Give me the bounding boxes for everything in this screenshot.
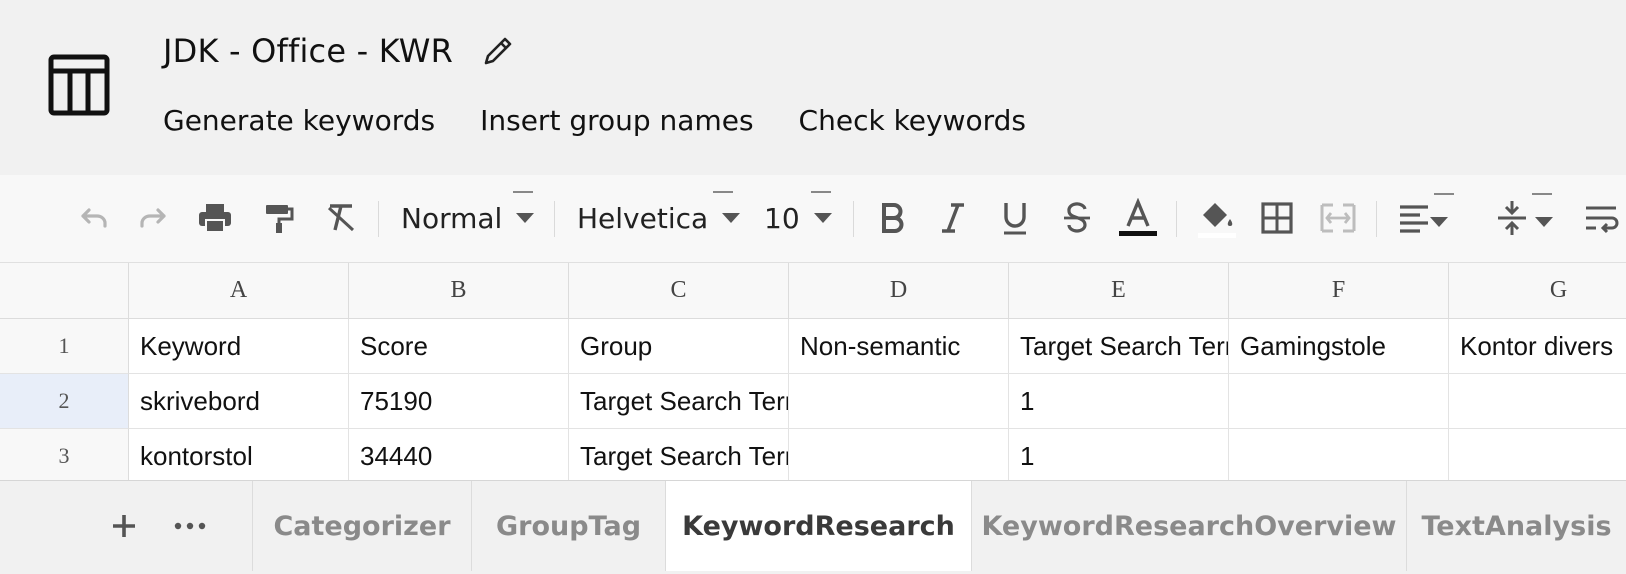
cell-f3[interactable] [1229,429,1449,480]
clear-format-icon[interactable] [320,195,362,241]
cell-c2[interactable]: Target Search Terms [569,374,789,429]
cell-g2[interactable] [1449,374,1626,429]
cell-a1[interactable]: Keyword [129,319,349,374]
font-size-value: 10 [764,201,800,235]
app-header: JDK - Office - KWR Generate keywords Ins… [0,0,1626,175]
text-color-icon[interactable] [1116,195,1160,241]
column-header-e[interactable]: E [1009,263,1229,319]
column-header-f[interactable]: F [1229,263,1449,319]
font-size-dropdown[interactable]: 10 [764,191,832,243]
chevron-down-icon[interactable] [1430,217,1448,227]
column-header-c[interactable]: C [569,263,789,319]
row-header-3[interactable]: 3 [0,429,129,480]
fill-color-icon[interactable] [1193,195,1239,241]
more-dots-icon [174,522,206,530]
sheet-tab-keywordresearchoverview[interactable]: KeywordResearchOverview [971,481,1406,571]
cell-d3[interactable] [789,429,1009,480]
paint-format-icon[interactable] [258,195,300,241]
align-left-icon[interactable] [1393,195,1435,241]
sheet-tabs-bar: Categorizer GroupTag KeywordResearch Key… [0,480,1626,574]
cell-g1[interactable]: Kontor divers [1449,319,1626,374]
cell-f2[interactable] [1229,374,1449,429]
cell-e3[interactable]: 1 [1009,429,1229,480]
menu-generate-keywords[interactable]: Generate keywords [163,104,435,137]
cell-b1[interactable]: Score [349,319,569,374]
strikethrough-icon[interactable] [1056,195,1098,241]
toolbar-separator [1376,201,1377,237]
row-header-1[interactable]: 1 [0,319,129,374]
redo-icon[interactable] [133,195,175,241]
borders-icon[interactable] [1256,195,1298,241]
column-header-b[interactable]: B [349,263,569,319]
chevron-down-icon [722,213,741,223]
toolbar-separator [378,201,379,237]
add-sheet-button[interactable] [102,501,146,551]
menu-insert-group-names[interactable]: Insert group names [480,104,753,137]
sheet-tab-grouptag[interactable]: GroupTag [471,481,665,571]
all-sheets-button[interactable] [168,501,212,551]
column-header-g[interactable]: G [1449,263,1626,319]
sheet-tab-categorizer[interactable]: Categorizer [252,481,471,571]
cell-b3[interactable]: 34440 [349,429,569,480]
cell-b2[interactable]: 75190 [349,374,569,429]
spreadsheet-grid: A B C D E F G 1 Keyword Score Group Non-… [0,263,1626,480]
chevron-down-icon [516,213,535,223]
print-icon[interactable] [194,195,236,241]
sheet-tab-keywordresearch[interactable]: KeywordResearch [665,481,971,571]
menu-check-keywords[interactable]: Check keywords [799,104,1026,137]
toolbar-separator [554,201,555,237]
document-title[interactable]: JDK - Office - KWR [163,32,453,70]
cell-e1[interactable]: Target Search Terms [1009,319,1229,374]
sheet-tab-textanalysis[interactable]: TextAnalysis [1406,481,1626,571]
cell-a3[interactable]: kontorstol [129,429,349,480]
cell-f1[interactable]: Gamingstole [1229,319,1449,374]
column-header-d[interactable]: D [789,263,1009,319]
cell-e2[interactable]: 1 [1009,374,1229,429]
vertical-align-icon[interactable] [1491,195,1533,241]
underline-icon[interactable] [994,195,1036,241]
cell-c1[interactable]: Group [569,319,789,374]
style-dropdown[interactable]: Normal [401,191,535,243]
font-value: Helvetica [577,201,709,235]
cell-g3[interactable] [1449,429,1626,480]
font-dropdown[interactable]: Helvetica [577,191,741,243]
cell-c3[interactable]: Target Search Terms [569,429,789,480]
select-all-corner[interactable] [0,263,129,319]
undo-icon[interactable] [72,195,114,241]
chevron-down-icon[interactable] [1535,217,1553,227]
style-value: Normal [401,201,503,235]
cell-d2[interactable] [789,374,1009,429]
formatting-toolbar: Normal Helvetica 10 [0,175,1626,263]
merge-cells-icon[interactable] [1317,195,1359,241]
italic-icon[interactable] [932,195,974,241]
pencil-edit-icon[interactable] [479,32,517,70]
toolbar-separator [1176,201,1177,237]
column-header-a[interactable]: A [129,263,349,319]
cell-a2[interactable]: skrivebord [129,374,349,429]
spreadsheet-app-icon [48,54,110,116]
plus-icon [113,515,135,537]
toolbar-separator [853,201,854,237]
row-header-2[interactable]: 2 [0,374,129,429]
cell-d1[interactable]: Non-semantic [789,319,1009,374]
chevron-down-icon [813,213,832,223]
custom-menu-bar: Generate keywords Insert group names Che… [163,104,1026,137]
bold-icon[interactable] [871,195,913,241]
wrap-text-icon[interactable] [1581,195,1623,241]
